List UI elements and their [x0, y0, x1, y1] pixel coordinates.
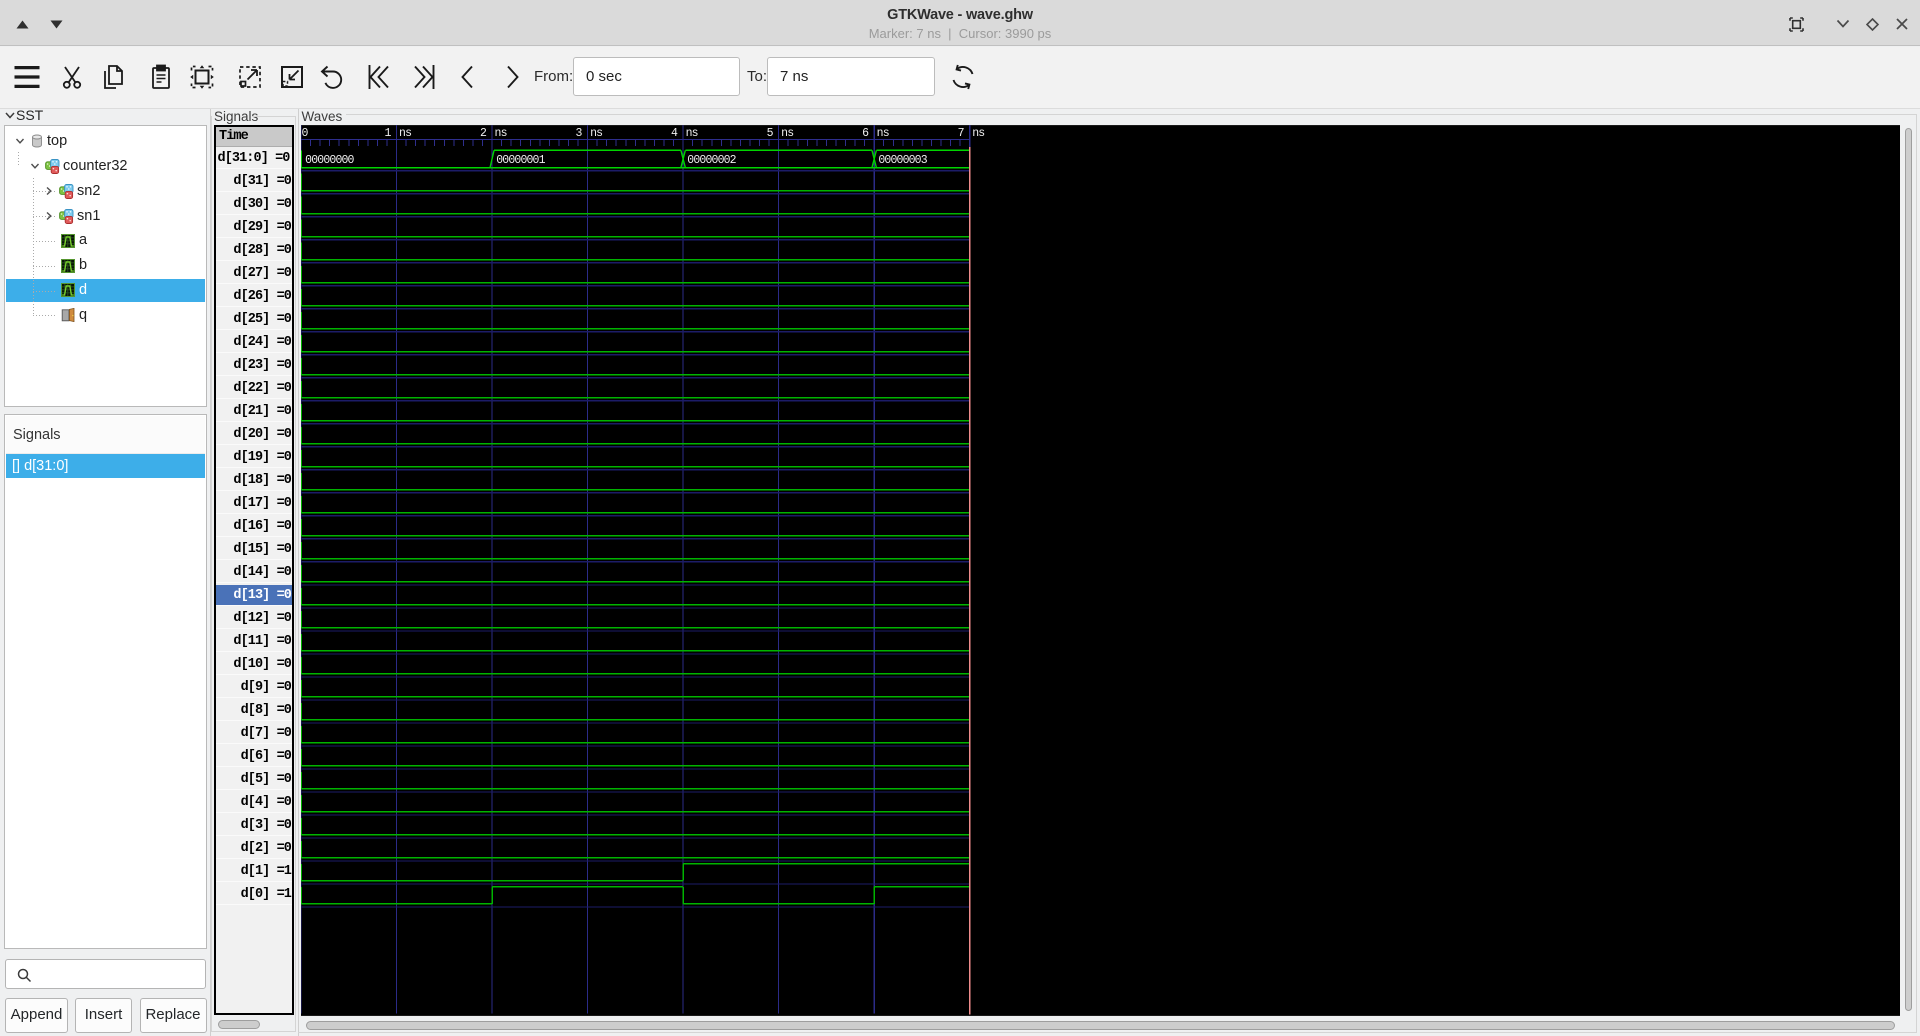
svg-text:3: 3 [575, 127, 582, 140]
svg-text:2: 2 [479, 127, 486, 140]
svg-text:0: 0 [301, 127, 308, 140]
svg-text:00000000: 00000000 [305, 154, 354, 167]
svg-text:ns: ns [876, 127, 888, 140]
svg-text:ns: ns [494, 127, 506, 140]
svg-text:ns: ns [781, 127, 793, 140]
svg-text:00000002: 00000002 [687, 154, 736, 167]
svg-text:1: 1 [384, 127, 391, 140]
svg-text:4: 4 [671, 127, 678, 140]
svg-text:00000001: 00000001 [496, 154, 545, 167]
svg-text:5: 5 [766, 127, 773, 140]
svg-text:ns: ns [590, 127, 602, 140]
svg-text:ns: ns [972, 127, 984, 140]
svg-text:ns: ns [685, 127, 697, 140]
svg-text:6: 6 [862, 127, 869, 140]
svg-text:ns: ns [399, 127, 411, 140]
svg-text:7: 7 [957, 127, 963, 140]
svg-text:00000003: 00000003 [878, 154, 927, 167]
